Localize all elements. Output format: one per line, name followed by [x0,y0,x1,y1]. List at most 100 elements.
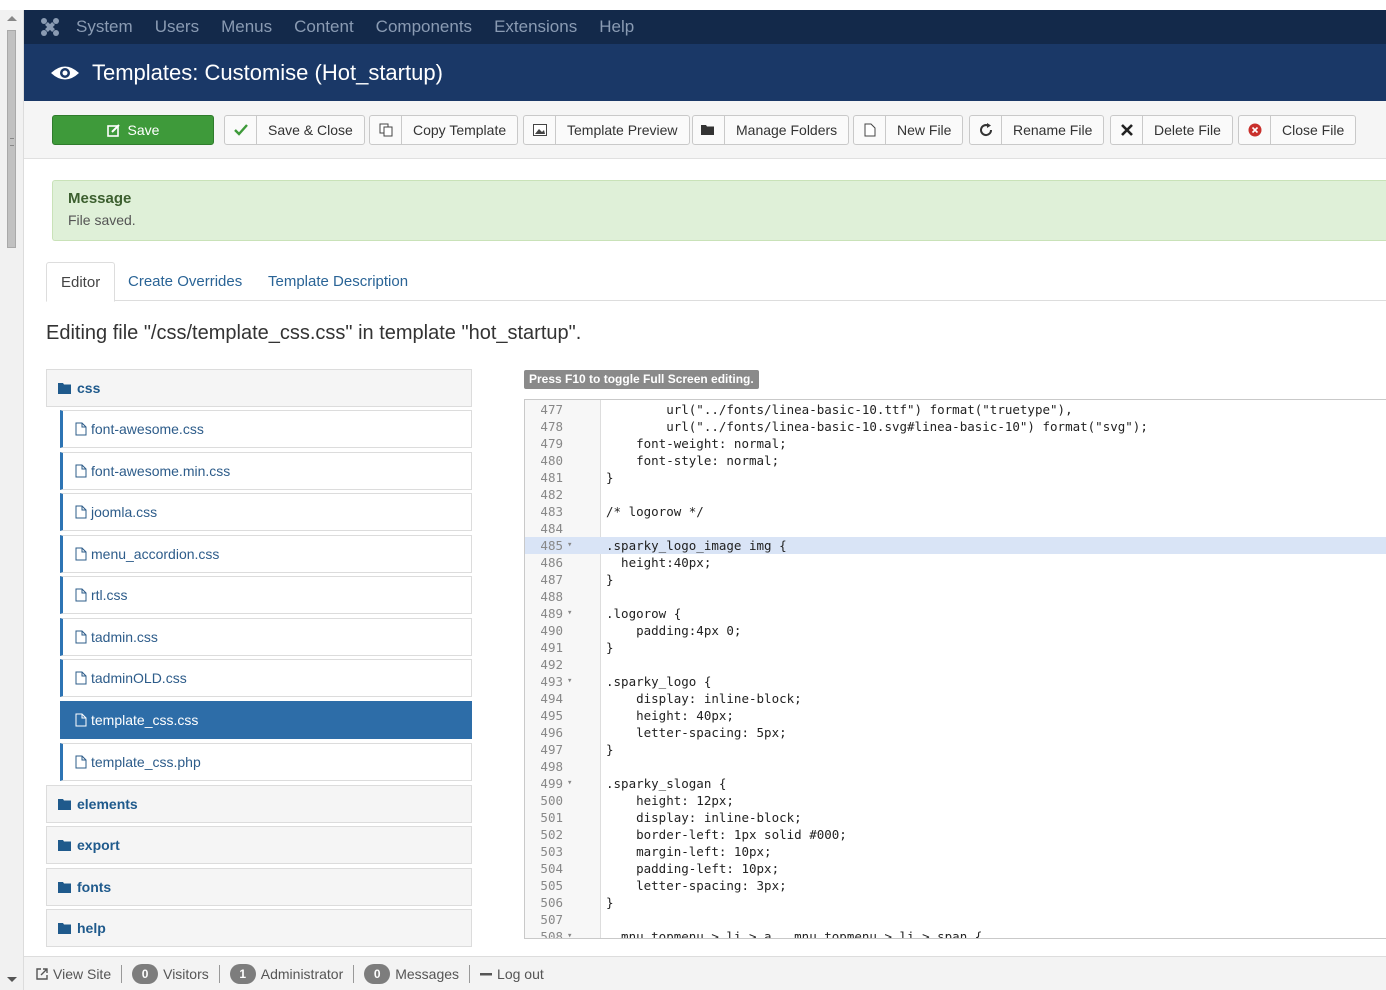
code-text[interactable]: .logorow { [606,605,681,622]
fold-arrow-icon[interactable]: ▾ [567,775,572,792]
code-text[interactable]: url("../fonts/linea-basic-10.ttf") forma… [606,401,1072,418]
nav-system[interactable]: System [76,17,133,37]
rename-file-button[interactable]: Rename File [969,115,1105,145]
code-text[interactable]: } [606,469,614,486]
code-line[interactable]: 489 ▾ .logorow { [525,605,1386,622]
code-line[interactable]: 498 [525,758,1386,775]
code-text[interactable]: display: inline-block; [606,809,802,826]
scroll-down-arrow[interactable] [7,977,17,982]
code-text[interactable]: height: 12px; [606,792,734,809]
tab-create-overrides[interactable]: Create Overrides [114,262,256,301]
folder-elements[interactable]: elements [46,785,472,823]
fold-arrow-icon[interactable]: ▾ [567,537,572,554]
code-text[interactable]: .sparky_slogan { [606,775,726,792]
code-line[interactable]: 496 letter-spacing: 5px; [525,724,1386,741]
code-line[interactable]: 491} [525,639,1386,656]
folder-export[interactable]: export [46,826,472,864]
nav-content[interactable]: Content [294,17,354,37]
code-text[interactable]: } [606,894,614,911]
file-item[interactable]: joomla.css [60,493,472,531]
file-item[interactable]: template_css.php [60,743,472,781]
scroll-up-arrow[interactable] [7,16,17,21]
code-line[interactable]: 495 height: 40px; [525,707,1386,724]
code-line[interactable]: 506} [525,894,1386,911]
code-text[interactable]: } [606,571,614,588]
folder-fonts[interactable]: fonts [46,868,472,906]
messages-status[interactable]: 0 Messages [364,963,459,984]
file-item[interactable]: font-awesome.min.css [60,452,472,490]
code-line[interactable]: 487} [525,571,1386,588]
code-editor[interactable]: 477 url("../fonts/linea-basic-10.ttf") f… [524,399,1386,939]
file-item[interactable]: rtl.css [60,576,472,614]
code-line[interactable]: 490 padding:4px 0; [525,622,1386,639]
code-line[interactable]: 492 [525,656,1386,673]
code-text[interactable]: .sparky_logo_image img { [606,537,787,554]
logout-link[interactable]: Log out [480,966,544,982]
file-item-selected[interactable]: template_css.css [60,701,472,739]
nav-components[interactable]: Components [376,17,472,37]
file-item[interactable]: tadminOLD.css [60,659,472,697]
folder-css[interactable]: css [46,369,472,407]
fold-arrow-icon[interactable]: ▾ [567,605,572,622]
code-text[interactable]: letter-spacing: 5px; [606,724,787,741]
fold-arrow-icon[interactable]: ▾ [567,928,572,938]
browser-scrollbar[interactable] [0,10,24,990]
code-line[interactable]: 482 [525,486,1386,503]
code-text[interactable]: /* logorow */ [606,503,704,520]
administrator-status[interactable]: 1 Administrator [229,963,343,984]
code-text[interactable]: height: 40px; [606,707,734,724]
save-close-button[interactable]: Save & Close [224,115,365,145]
code-line[interactable]: 481} [525,469,1386,486]
code-line[interactable]: 499 ▾ .sparky_slogan { [525,775,1386,792]
manage-folders-button[interactable]: Manage Folders [692,115,850,145]
code-text[interactable]: border-left: 1px solid #000; [606,826,847,843]
file-item[interactable]: tadmin.css [60,618,472,656]
code-line[interactable]: 504 padding-left: 10px; [525,860,1386,877]
folder-help[interactable]: help [46,909,472,947]
code-text[interactable]: letter-spacing: 3px; [606,877,787,894]
code-line[interactable]: 479 font-weight: normal; [525,435,1386,452]
code-text[interactable]: font-style: normal; [606,452,779,469]
template-preview-button[interactable]: Template Preview [523,115,690,145]
code-text[interactable]: } [606,741,614,758]
fold-arrow-icon[interactable]: ▾ [567,673,572,690]
code-line[interactable]: 486 height:40px; [525,554,1386,571]
tab-editor[interactable]: Editor [46,262,116,302]
code-line[interactable]: 501 display: inline-block; [525,809,1386,826]
code-line[interactable]: 488 [525,588,1386,605]
tab-template-description[interactable]: Template Description [254,262,422,301]
code-line[interactable]: 502 border-left: 1px solid #000; [525,826,1386,843]
code-line[interactable]: 503 margin-left: 10px; [525,843,1386,860]
view-site-link[interactable]: View Site [36,966,111,982]
visitors-status[interactable]: 0 Visitors [132,963,209,984]
code-line[interactable]: 483 /* logorow */ [525,503,1386,520]
code-line[interactable]: 500 height: 12px; [525,792,1386,809]
joomla-logo-icon[interactable] [24,10,76,44]
nav-menus[interactable]: Menus [221,17,272,37]
code-text[interactable]: padding:4px 0; [606,622,741,639]
code-line[interactable]: 493 ▾ .sparky_logo { [525,673,1386,690]
code-text[interactable]: margin-left: 10px; [606,843,771,860]
code-text[interactable]: font-weight: normal; [606,435,787,452]
code-line[interactable]: 494 display: inline-block; [525,690,1386,707]
file-item[interactable]: font-awesome.css [60,410,472,448]
code-text[interactable]: .sparky_logo { [606,673,711,690]
code-line[interactable]: 507 [525,911,1386,928]
code-text[interactable]: padding-left: 10px; [606,860,779,877]
code-line[interactable]: 485 ▾ .sparky_logo_image img { [525,537,1386,554]
new-file-button[interactable]: New File [853,115,964,145]
delete-file-button[interactable]: Delete File [1110,115,1233,145]
code-text[interactable]: height:40px; [606,554,711,571]
code-line[interactable]: 480 font-style: normal; [525,452,1386,469]
code-line[interactable]: 477 url("../fonts/linea-basic-10.ttf") f… [525,401,1386,418]
close-file-button[interactable]: Close File [1238,115,1357,145]
code-line[interactable]: 505 letter-spacing: 3px; [525,877,1386,894]
code-text[interactable]: } [606,639,614,656]
save-button[interactable]: Save [52,115,214,145]
code-text[interactable]: .mnu_topmenu > li > a, .mnu_topmenu > li… [606,928,983,938]
copy-template-button[interactable]: Copy Template [369,115,519,145]
code-line[interactable]: 508 ▾ .mnu_topmenu > li > a, .mnu_topmenu… [525,928,1386,938]
code-text[interactable]: display: inline-block; [606,690,802,707]
code-line[interactable]: 484 [525,520,1386,537]
code-line[interactable]: 478 url("../fonts/linea-basic-10.svg#lin… [525,418,1386,435]
